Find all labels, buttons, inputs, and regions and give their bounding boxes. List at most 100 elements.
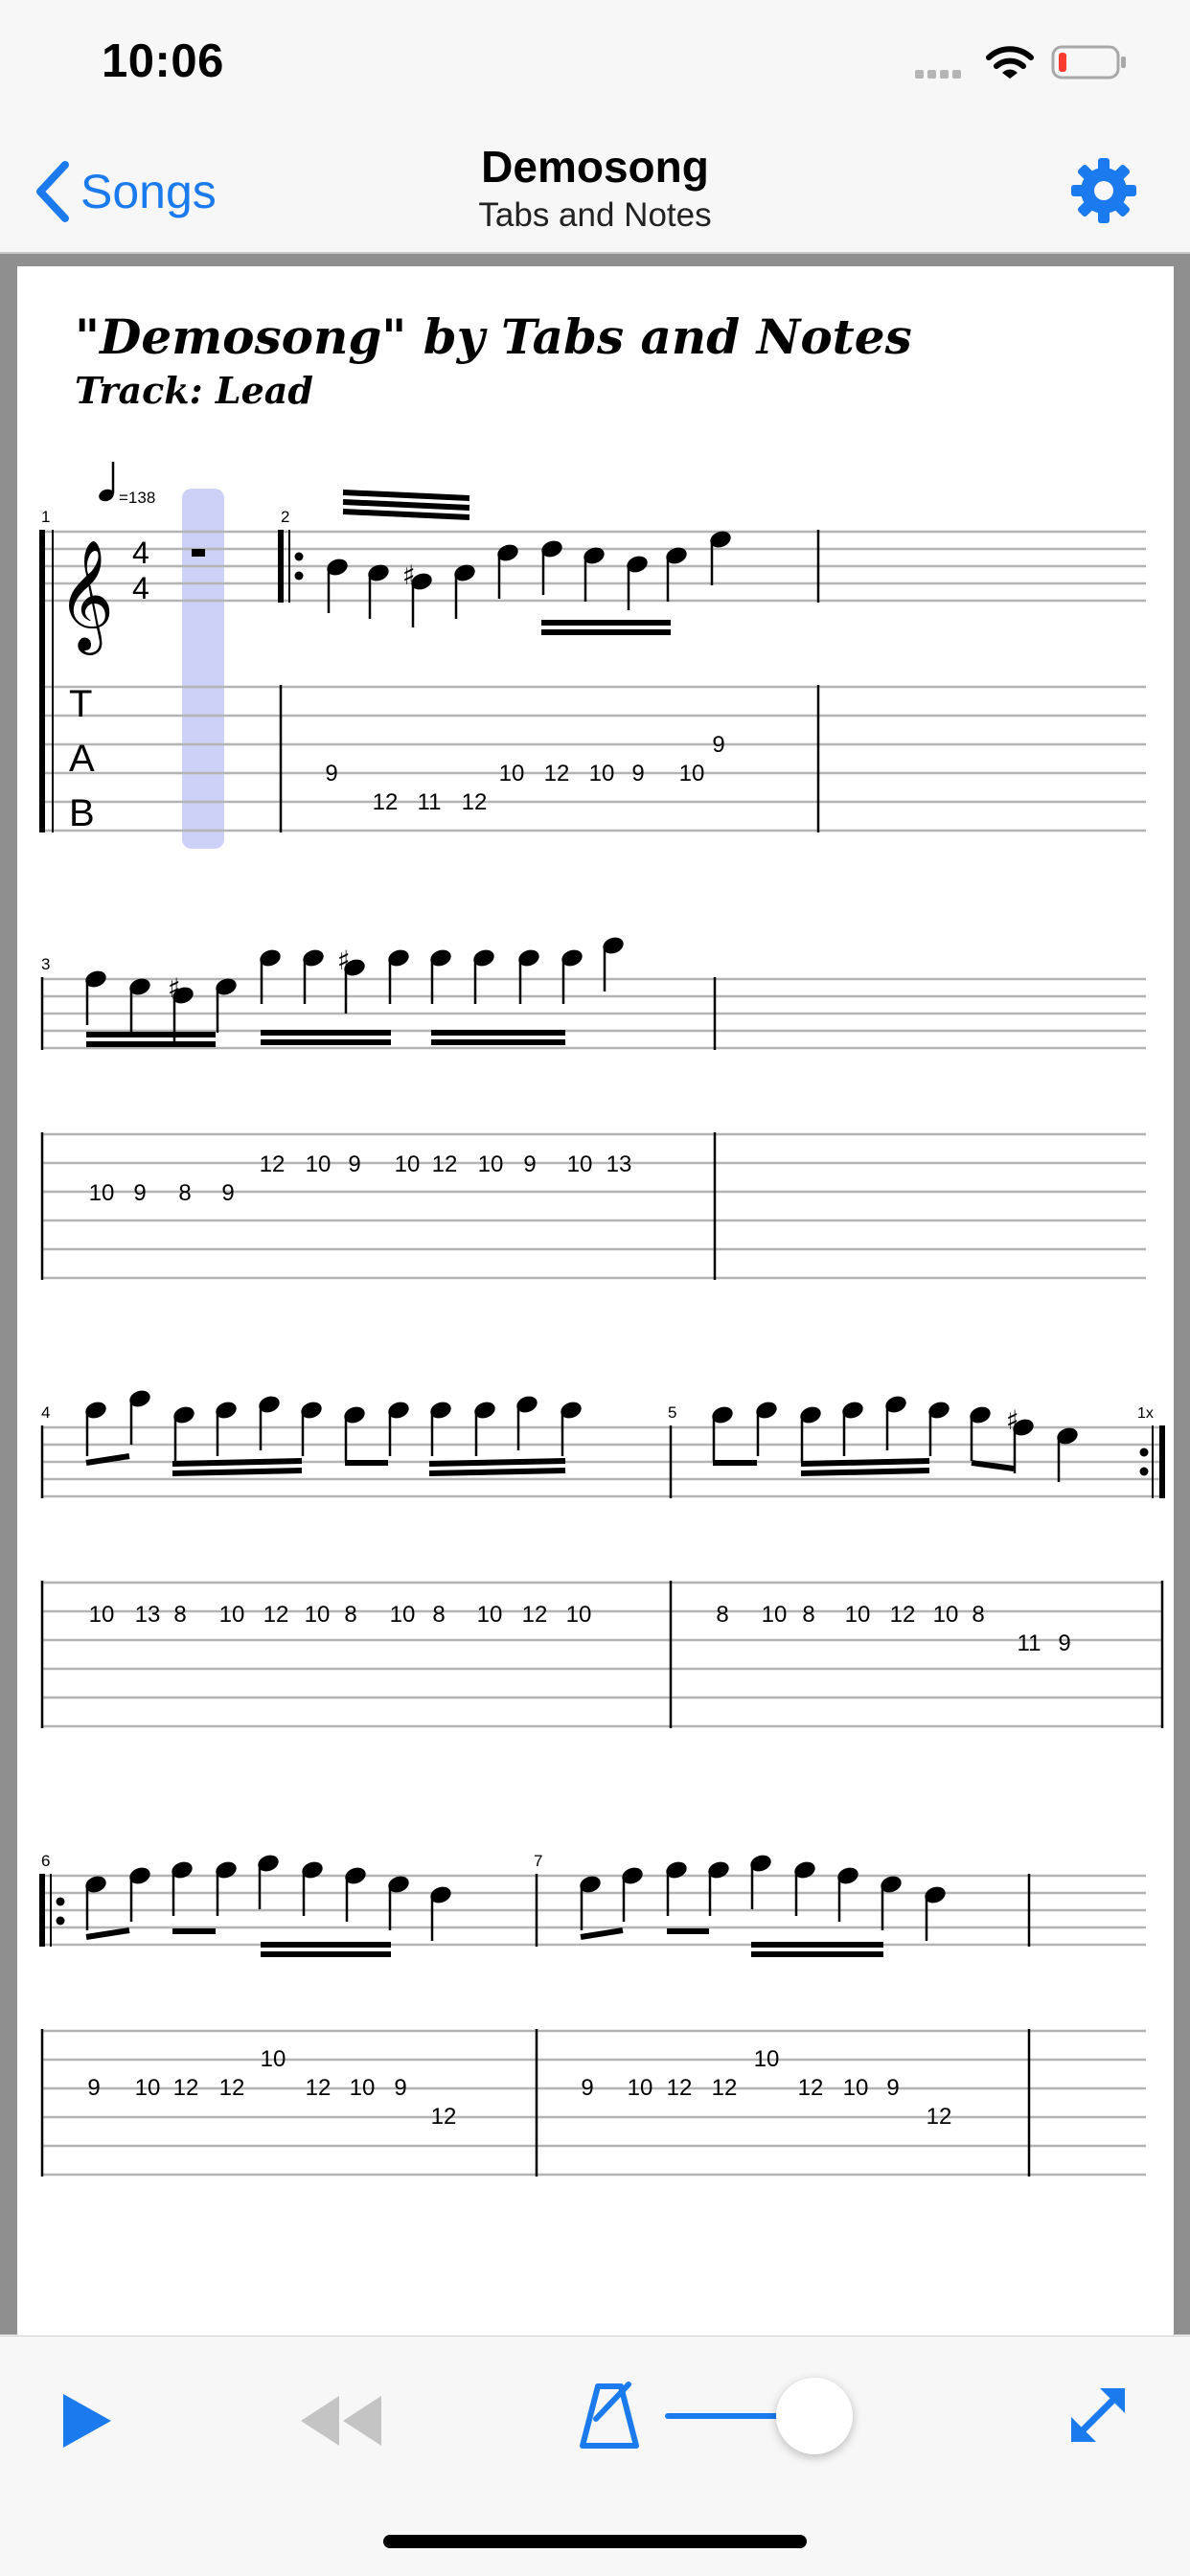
- note-beam: [800, 1458, 930, 1467]
- measure-number: 6: [41, 1852, 50, 1870]
- tab-fret-number: 10: [589, 761, 615, 786]
- tab-fret-number: 12: [219, 2075, 245, 2101]
- system-2-barlines: [40, 977, 717, 1280]
- measure-number: 1: [41, 508, 50, 526]
- noteheads: ♯ ♯ ♯ ♯: [85, 531, 1078, 1941]
- tab-fret-number: 10: [628, 2075, 653, 2101]
- tab-fret-number: 12: [263, 1602, 289, 1628]
- note-beam: [580, 1927, 624, 1940]
- tab-fret-number: 10: [762, 1602, 788, 1628]
- tab-letter-t: T: [69, 683, 92, 725]
- note-beam: [172, 1468, 303, 1476]
- measure-number: 4: [41, 1403, 50, 1422]
- note-beam: [172, 1458, 303, 1467]
- metronome-icon[interactable]: [579, 2381, 640, 2451]
- tab-fret-number: 9: [712, 732, 724, 758]
- tab-fret-number: 10: [754, 2046, 780, 2072]
- measure-number: 3: [41, 955, 50, 973]
- note-beam: [342, 499, 470, 511]
- tab-fret-number: 9: [581, 2075, 593, 2101]
- tab-fret-number: 12: [462, 789, 488, 815]
- tab-fret-number: 9: [348, 1151, 360, 1177]
- tab-fret-number: 9: [133, 1180, 146, 1206]
- tab-fret-number: 10: [305, 1602, 331, 1628]
- tab-fret-number: 10: [89, 1180, 115, 1206]
- system-4: [42, 1874, 1146, 2177]
- tab-fret-number: 10: [390, 1602, 416, 1628]
- tempo-value: =138: [119, 489, 155, 507]
- tab-fret-number: 10: [843, 2075, 869, 2101]
- tab-letter-a: A: [69, 738, 95, 780]
- repeat-dot: [294, 552, 304, 561]
- tab-fret-labels: 9 12 11 12 10 12 10 9 10 9 10 9 8 9 12 10 9 10 12 10 9 10 13 10…: [87, 732, 1070, 2130]
- tempo-slider-thumb[interactable]: [775, 2378, 853, 2454]
- repeat-dot: [56, 1916, 65, 1926]
- tab-fret-number: 13: [606, 1151, 632, 1177]
- play-icon[interactable]: [57, 2390, 115, 2451]
- playback-cursor-highlight: [182, 489, 224, 849]
- tab-fret-number: 9: [886, 2075, 899, 2101]
- tab-fret-number: 8: [972, 1602, 984, 1628]
- beams: [85, 490, 1015, 1957]
- tab-fret-number: 12: [432, 1151, 458, 1177]
- repeat-dot: [294, 571, 304, 581]
- measure-number: 5: [668, 1403, 676, 1422]
- tab-fret-number: 8: [716, 1602, 728, 1628]
- tab-fret-number: 12: [522, 1602, 548, 1628]
- sharp-icon: ♯: [337, 945, 351, 976]
- tab-fret-number: 8: [178, 1180, 191, 1206]
- tab-fret-number: 12: [431, 2104, 457, 2130]
- tab-fret-number: 12: [798, 2075, 824, 2101]
- tab-fret-number: 9: [394, 2075, 406, 2101]
- rewind-icon[interactable]: [297, 2394, 385, 2448]
- tab-fret-number: 10: [261, 2046, 286, 2072]
- tab-fret-number: 10: [679, 761, 705, 786]
- tempo-marking: =138: [99, 462, 155, 507]
- measure-number: 2: [281, 508, 289, 526]
- tab-fret-number: 12: [890, 1602, 916, 1628]
- tab-fret-number: 8: [802, 1602, 814, 1628]
- fullscreen-expand-icon[interactable]: [1062, 2379, 1134, 2451]
- note-beam: [342, 509, 470, 520]
- note-beam: [342, 490, 470, 501]
- tab-fret-number: 10: [567, 1151, 593, 1177]
- tab-fret-number: 9: [631, 761, 644, 786]
- tab-fret-number: 8: [432, 1602, 445, 1628]
- tab-fret-number: 12: [373, 789, 399, 815]
- treble-clef-icon: 𝄞: [57, 538, 114, 655]
- tab-fret-number: 10: [350, 2075, 376, 2101]
- note-beam: [428, 1468, 566, 1476]
- score-notation[interactable]: =138 𝄞 4 4 T A B 1x 1 234 56 7 ♯♯♯♯ 912 …: [0, 0, 1190, 2336]
- repeat-dot: [56, 1897, 65, 1906]
- tab-fret-number: 10: [566, 1602, 592, 1628]
- whole-rest: [192, 549, 205, 557]
- sharp-icon: ♯: [402, 559, 416, 591]
- tab-fret-number: 12: [667, 2075, 693, 2101]
- tab-fret-number: 12: [927, 2104, 952, 2130]
- repeat-count: 1x: [1137, 1405, 1154, 1422]
- repeat-dot: [1139, 1467, 1149, 1476]
- tab-letter-b: B: [69, 792, 95, 834]
- note-beam: [800, 1468, 930, 1476]
- time-signature-bottom: 4: [132, 571, 149, 605]
- system-4-barlines: [39, 1874, 1031, 2177]
- tab-fret-number: 10: [478, 1151, 504, 1177]
- tab-fret-number: 9: [87, 2075, 100, 2101]
- tab-fret-number: 10: [306, 1151, 332, 1177]
- tab-fret-number: 12: [306, 2075, 332, 2101]
- note-beam: [428, 1458, 566, 1467]
- repeat-dot: [1139, 1448, 1149, 1457]
- tab-fret-number: 10: [89, 1602, 115, 1628]
- tab-fret-number: 10: [477, 1602, 503, 1628]
- tab-fret-number: 8: [173, 1602, 186, 1628]
- time-signature-top: 4: [132, 536, 149, 570]
- tab-fret-number: 9: [221, 1180, 234, 1206]
- tab-fret-number: 12: [544, 761, 570, 786]
- tab-fret-number: 12: [712, 2075, 738, 2101]
- tab-fret-number: 10: [845, 1602, 871, 1628]
- tab-fret-number: 13: [135, 1602, 161, 1628]
- tab-fret-number: 10: [135, 2075, 161, 2101]
- tab-fret-number: 9: [1058, 1630, 1070, 1656]
- tab-fret-number: 11: [418, 789, 442, 815]
- tab-fret-number: 10: [933, 1602, 959, 1628]
